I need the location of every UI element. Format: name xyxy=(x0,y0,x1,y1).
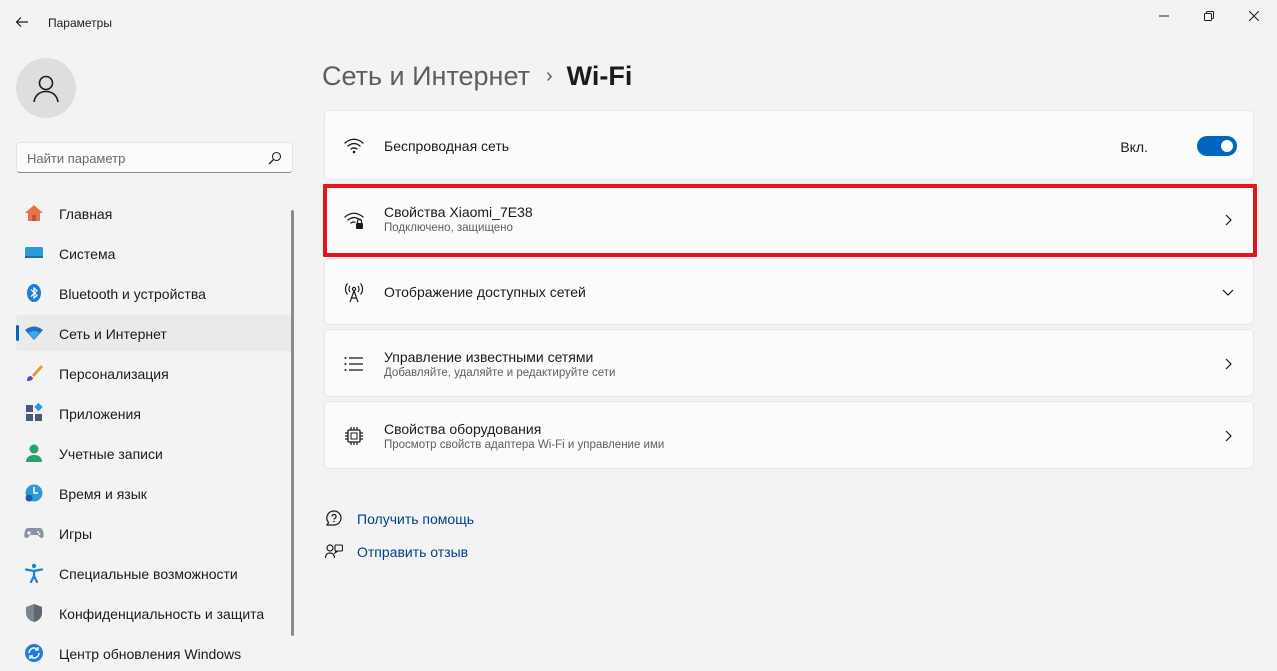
breadcrumb: Сеть и Интернет › Wi-Fi xyxy=(322,56,632,96)
sidebar-item-windows-update[interactable]: Центр обновления Windows xyxy=(16,635,293,671)
list-icon xyxy=(342,352,366,376)
wifi-icon xyxy=(342,134,366,158)
breadcrumb-parent[interactable]: Сеть и Интернет xyxy=(322,61,530,92)
sidebar-item-label: Время и язык xyxy=(59,486,147,502)
search-box[interactable] xyxy=(16,142,293,173)
minimize-icon xyxy=(1159,15,1169,17)
sidebar-item-bluetooth[interactable]: Bluetooth и устройства xyxy=(16,275,293,311)
shield-icon xyxy=(24,603,44,623)
wireless-network-toggle[interactable] xyxy=(1197,136,1237,156)
sidebar-scrollbar[interactable] xyxy=(291,210,294,636)
chevron-right-icon xyxy=(1221,213,1235,227)
title-bar: Параметры xyxy=(0,0,1277,46)
antenna-icon xyxy=(342,280,366,304)
chevron-down-icon xyxy=(1221,285,1235,299)
breadcrumb-separator: › xyxy=(545,64,553,87)
time-language-icon xyxy=(24,483,44,503)
feedback-icon xyxy=(324,542,344,562)
card-title: Беспроводная сеть xyxy=(384,138,510,154)
sidebar-item-system[interactable]: Система xyxy=(16,235,293,271)
sidebar-item-label: Сеть и Интернет xyxy=(59,326,167,342)
close-button[interactable] xyxy=(1231,0,1277,32)
card-title: Свойства Xiaomi_7E38 xyxy=(384,204,533,220)
close-icon xyxy=(1249,11,1259,21)
search-input[interactable] xyxy=(27,149,257,167)
sidebar-nav: Главная Система Bluetooth и устройства С… xyxy=(16,195,293,671)
update-icon xyxy=(24,643,44,663)
network-properties-card[interactable]: Свойства Xiaomi_7E38 Подключено, защищен… xyxy=(324,184,1254,255)
network-icon xyxy=(24,323,44,343)
toggle-knob xyxy=(1221,140,1233,152)
sidebar-item-apps[interactable]: Приложения xyxy=(16,395,293,431)
sidebar-item-label: Персонализация xyxy=(59,366,169,382)
user-icon xyxy=(33,75,59,103)
sidebar-item-personalization[interactable]: Персонализация xyxy=(16,355,293,391)
sidebar-item-network[interactable]: Сеть и Интернет xyxy=(16,315,293,351)
send-feedback-link[interactable]: Отправить отзыв xyxy=(324,541,468,563)
gamepad-icon xyxy=(24,523,44,543)
card-title: Отображение доступных сетей xyxy=(384,284,586,300)
known-networks-card[interactable]: Управление известными сетями Добавляйте,… xyxy=(324,329,1254,397)
hardware-properties-card[interactable]: Свойства оборудования Просмотр свойств а… xyxy=(324,401,1254,469)
card-subtitle: Просмотр свойств адаптера Wi-Fi и управл… xyxy=(384,439,665,451)
sidebar-item-label: Система xyxy=(59,246,116,262)
card-subtitle: Подключено, защищено xyxy=(384,222,513,234)
chevron-right-icon xyxy=(1221,357,1235,371)
back-arrow-icon xyxy=(15,17,28,27)
help-icon xyxy=(324,509,344,529)
send-feedback-label[interactable]: Отправить отзыв xyxy=(357,544,468,560)
sidebar-item-gaming[interactable]: Игры xyxy=(16,515,293,551)
get-help-link[interactable]: Получить помощь xyxy=(324,508,474,530)
sidebar-item-label: Конфиденциальность и защита xyxy=(59,606,265,622)
page-title: Wi-Fi xyxy=(566,60,633,91)
back-button[interactable] xyxy=(8,8,36,36)
get-help-label[interactable]: Получить помощь xyxy=(357,511,474,527)
wireless-network-card: Беспроводная сеть Вкл. xyxy=(324,110,1254,180)
sidebar-item-label: Игры xyxy=(59,526,93,542)
card-subtitle: Добавляйте, удаляйте и редактируйте сети xyxy=(384,367,616,379)
chip-icon xyxy=(342,424,366,448)
system-icon xyxy=(24,243,44,263)
available-networks-card[interactable]: Отображение доступных сетей xyxy=(324,258,1254,325)
toggle-state-label: Вкл. xyxy=(1120,139,1148,155)
restore-button[interactable] xyxy=(1186,0,1232,32)
wifi-secure-icon xyxy=(342,208,366,232)
bluetooth-icon xyxy=(24,283,44,303)
avatar[interactable] xyxy=(16,58,76,118)
restore-icon xyxy=(1204,11,1214,21)
sidebar-item-accessibility[interactable]: Специальные возможности xyxy=(16,555,293,591)
minimize-button[interactable] xyxy=(1141,0,1187,32)
sidebar-item-label: Учетные записи xyxy=(59,446,163,462)
sidebar-item-accounts[interactable]: Учетные записи xyxy=(16,435,293,471)
sidebar-item-label: Приложения xyxy=(59,406,141,422)
sidebar-item-label: Центр обновления Windows xyxy=(59,646,242,662)
apps-icon xyxy=(24,403,44,423)
accessibility-icon xyxy=(24,563,44,583)
home-icon xyxy=(24,203,44,223)
search-icon[interactable] xyxy=(268,151,282,165)
sidebar-item-home[interactable]: Главная xyxy=(16,195,293,231)
card-title: Управление известными сетями xyxy=(384,349,594,365)
card-title: Свойства оборудования xyxy=(384,421,542,437)
sidebar-item-label: Главная xyxy=(59,206,113,222)
chevron-right-icon xyxy=(1221,429,1235,443)
sidebar-item-label: Специальные возможности xyxy=(59,566,238,582)
brush-icon xyxy=(24,363,44,383)
sidebar-item-privacy[interactable]: Конфиденциальность и защита xyxy=(16,595,293,631)
accounts-icon xyxy=(24,443,44,463)
sidebar-item-label: Bluetooth и устройства xyxy=(59,286,206,302)
sidebar-item-time-language[interactable]: Время и язык xyxy=(16,475,293,511)
app-title: Параметры xyxy=(48,16,112,30)
